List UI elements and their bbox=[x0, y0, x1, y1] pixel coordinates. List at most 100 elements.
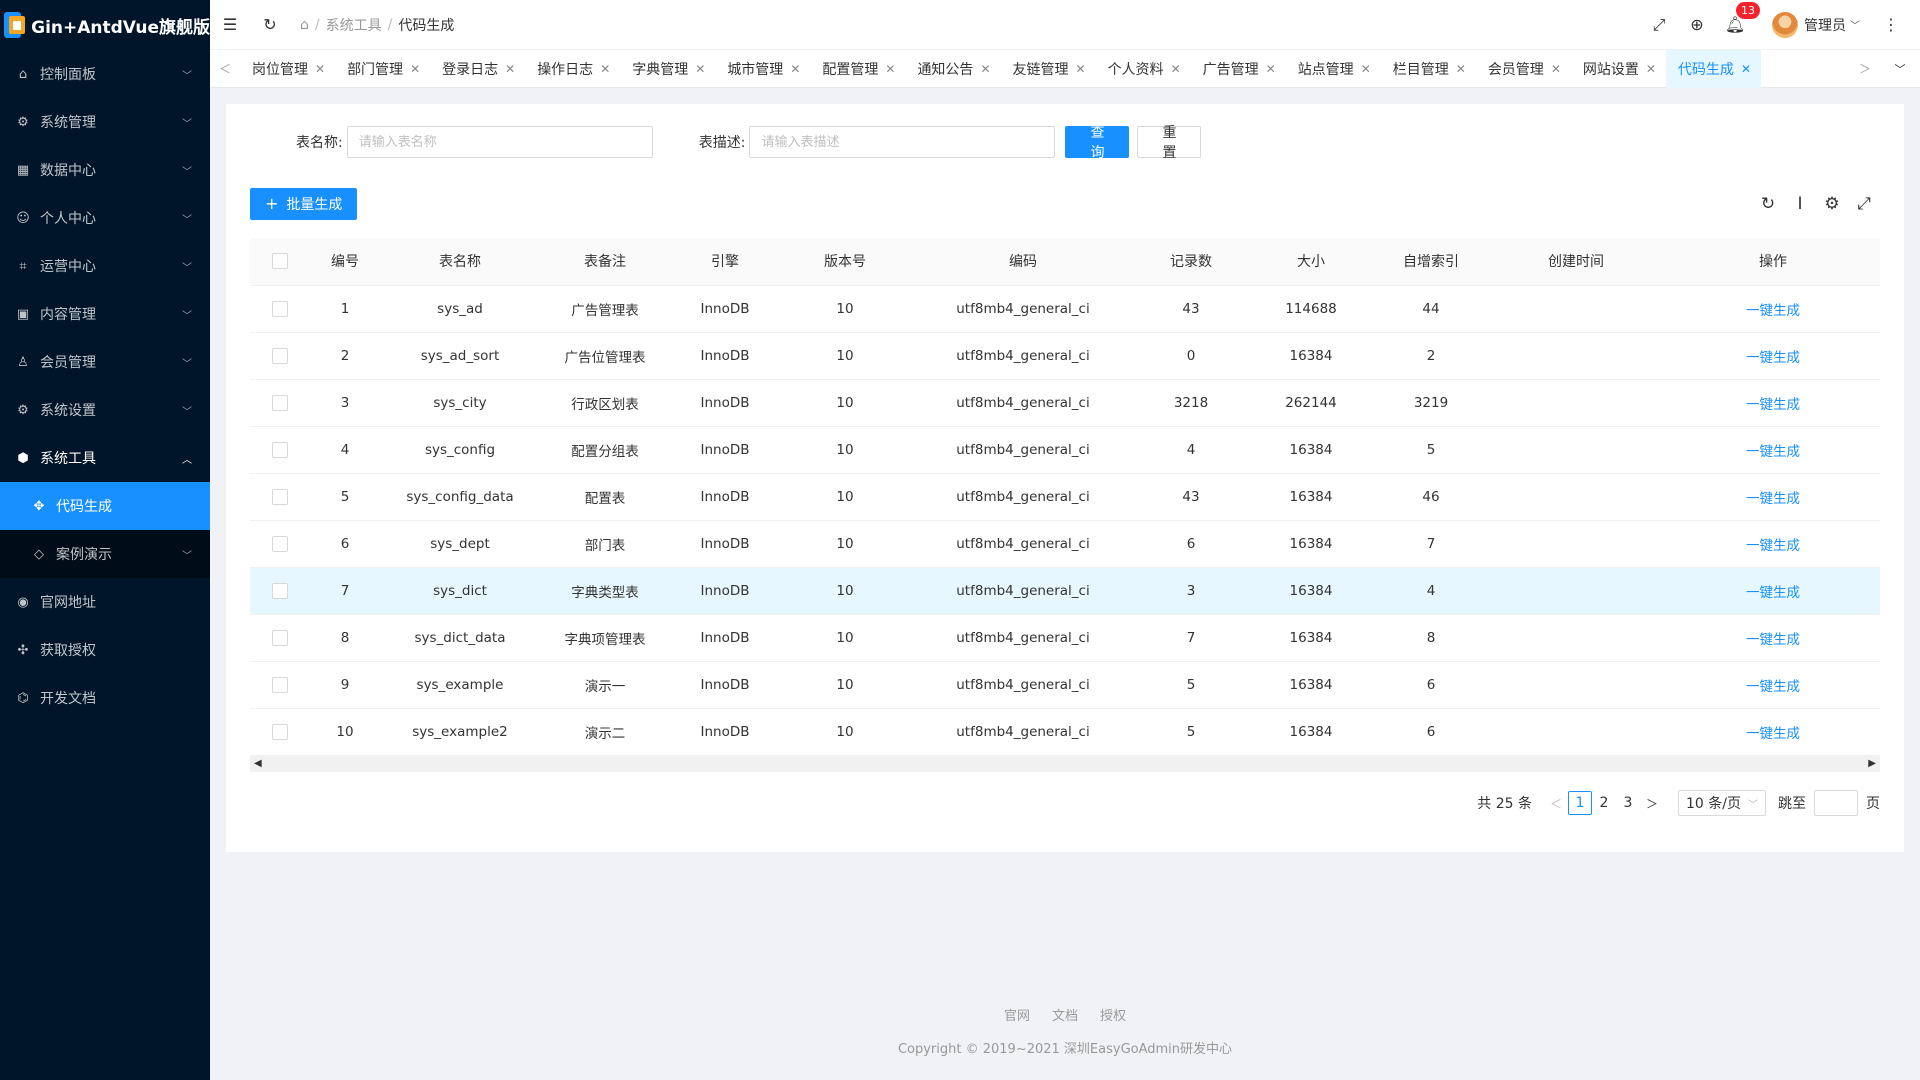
sidebar-item-dev-docs[interactable]: ⌬ 开发文档 bbox=[0, 674, 210, 722]
tab-scroll-right-icon[interactable]: ＞ bbox=[1850, 50, 1880, 88]
table-row[interactable]: 1 sys_ad 广告管理表 InnoDB 10 utf8mb4_general_ci 43… bbox=[250, 285, 1880, 333]
table-row[interactable]: 10 sys_example2 演示二 InnoDB 10 utf8mb4_general… bbox=[250, 708, 1880, 756]
sidebar-item-members[interactable]: ♙ 会员管理 ﹀ bbox=[0, 338, 210, 386]
table-row[interactable]: 5 sys_config_data 配置表 InnoDB 10 utf8mb4_gener… bbox=[250, 473, 1880, 521]
reload-icon[interactable]: ↻ bbox=[1752, 194, 1784, 214]
tab-item[interactable]: 部门管理 ✕ bbox=[335, 50, 430, 88]
table-row[interactable]: 7 sys_dict 字典类型表 InnoDB 10 utf8mb4_general_ci… bbox=[250, 567, 1880, 615]
scroll-left-icon[interactable]: ◀ bbox=[254, 758, 262, 769]
close-icon[interactable]: ✕ bbox=[790, 62, 800, 76]
user-menu[interactable]: 管理员 ﹀ bbox=[1772, 11, 1860, 38]
tab-item[interactable]: 岗位管理 ✕ bbox=[240, 50, 335, 88]
batch-generate-button[interactable]: + 批量生成 bbox=[250, 188, 358, 220]
footer-link-license[interactable]: 授权 bbox=[1100, 1005, 1126, 1024]
page-item[interactable]: 2 bbox=[1592, 791, 1616, 815]
column-header[interactable]: 表名称 bbox=[380, 238, 540, 286]
column-settings-icon[interactable]: ⚙ bbox=[1816, 194, 1848, 214]
tab-item[interactable]: 代码生成 ✕ bbox=[1665, 49, 1761, 88]
generate-link[interactable]: 一键生成 bbox=[1746, 491, 1800, 507]
tab-scroll-left-icon[interactable]: ＜ bbox=[210, 50, 240, 88]
row-checkbox[interactable] bbox=[272, 629, 288, 646]
app-logo[interactable]: Gin+AntdVue旗舰版 bbox=[0, 0, 210, 50]
sidebar-item-get-license[interactable]: ✣ 获取授权 bbox=[0, 626, 210, 674]
close-icon[interactable]: ✕ bbox=[1741, 62, 1751, 76]
generate-link[interactable]: 一键生成 bbox=[1746, 444, 1800, 460]
close-icon[interactable]: ✕ bbox=[1646, 62, 1656, 76]
footer-link-docs[interactable]: 文档 bbox=[1052, 1005, 1078, 1024]
sidebar-item-website[interactable]: ◉ 官网地址 bbox=[0, 578, 210, 626]
tab-item[interactable]: 友链管理 ✕ bbox=[1001, 50, 1096, 88]
tab-dropdown-icon[interactable]: ﹀ bbox=[1880, 50, 1920, 88]
sidebar-item-system-management[interactable]: ⚙ 系统管理 ﹀ bbox=[0, 98, 210, 146]
column-header[interactable]: 表备注 bbox=[540, 238, 670, 286]
table-row[interactable]: 6 sys_dept 部门表 InnoDB 10 utf8mb4_general_ci 6 1… bbox=[250, 520, 1880, 568]
close-icon[interactable]: ✕ bbox=[1551, 62, 1561, 76]
generate-link[interactable]: 一键生成 bbox=[1746, 726, 1800, 742]
column-height-icon[interactable]: Ⅰ bbox=[1784, 194, 1816, 214]
generate-link[interactable]: 一键生成 bbox=[1746, 632, 1800, 648]
prev-page-icon[interactable]: ＜ bbox=[1544, 795, 1568, 812]
row-checkbox[interactable] bbox=[272, 347, 288, 364]
notification-bell[interactable]: 🔔︎ 13 bbox=[1716, 0, 1760, 50]
select-all-checkbox[interactable] bbox=[272, 253, 288, 270]
tab-item[interactable]: 个人资料 ✕ bbox=[1096, 50, 1191, 88]
scroll-right-icon[interactable]: ▶ bbox=[1868, 758, 1876, 769]
reset-button[interactable]: 重 置 bbox=[1137, 125, 1202, 161]
tab-item[interactable]: 广告管理 ✕ bbox=[1191, 50, 1286, 88]
close-icon[interactable]: ✕ bbox=[600, 62, 610, 76]
tab-item[interactable]: 配置管理 ✕ bbox=[810, 50, 905, 88]
tab-item[interactable]: 字典管理 ✕ bbox=[620, 50, 715, 88]
close-icon[interactable]: ✕ bbox=[315, 62, 325, 76]
close-icon[interactable]: ✕ bbox=[1266, 62, 1276, 76]
close-icon[interactable]: ✕ bbox=[695, 62, 705, 76]
close-icon[interactable]: ✕ bbox=[1361, 62, 1371, 76]
row-checkbox[interactable] bbox=[272, 535, 288, 552]
next-page-icon[interactable]: ＞ bbox=[1640, 795, 1664, 812]
query-button[interactable]: 查 询 bbox=[1065, 125, 1130, 161]
tab-item[interactable]: 会员管理 ✕ bbox=[1476, 50, 1571, 88]
column-header[interactable]: 记录数 bbox=[1136, 238, 1246, 286]
column-header[interactable]: 创建时间 bbox=[1486, 238, 1666, 286]
page-item[interactable]: 3 bbox=[1616, 791, 1640, 815]
tab-item[interactable]: 栏目管理 ✕ bbox=[1381, 50, 1476, 88]
generate-link[interactable]: 一键生成 bbox=[1746, 350, 1800, 366]
sidebar-item-system-tools[interactable]: ⬢ 系统工具 ︿ bbox=[0, 434, 210, 482]
row-checkbox[interactable] bbox=[272, 394, 288, 411]
sidebar-item-dashboard[interactable]: ⌂ 控制面板 ﹀ bbox=[0, 50, 210, 98]
sidebar-item-content[interactable]: ▣ 内容管理 ﹀ bbox=[0, 290, 210, 338]
more-vertical-icon[interactable]: ⋮ bbox=[1872, 0, 1910, 50]
refresh-icon[interactable]: ↻ bbox=[250, 0, 290, 50]
column-header[interactable]: 引擎 bbox=[670, 238, 780, 286]
close-icon[interactable]: ✕ bbox=[505, 62, 515, 76]
close-icon[interactable]: ✕ bbox=[1456, 62, 1466, 76]
language-globe-icon[interactable]: ⊕ bbox=[1678, 0, 1716, 50]
tab-item[interactable]: 操作日志 ✕ bbox=[525, 50, 620, 88]
breadcrumb-item[interactable]: 系统工具 bbox=[326, 15, 382, 35]
close-icon[interactable]: ✕ bbox=[885, 62, 895, 76]
sidebar-item-system-settings[interactable]: ⚙ 系统设置 ﹀ bbox=[0, 386, 210, 434]
column-header[interactable]: 大小 bbox=[1246, 238, 1376, 286]
column-header[interactable]: 编码 bbox=[910, 238, 1136, 286]
jump-page-input[interactable] bbox=[1814, 790, 1858, 816]
fullscreen-icon[interactable]: ⤢ bbox=[1848, 194, 1880, 214]
tab-item[interactable]: 网站设置 ✕ bbox=[1571, 50, 1666, 88]
close-icon[interactable]: ✕ bbox=[410, 62, 420, 76]
sidebar-item-personal-center[interactable]: ☺ 个人中心 ﹀ bbox=[0, 194, 210, 242]
sidebar-item-operations[interactable]: ⌗ 运营中心 ﹀ bbox=[0, 242, 210, 290]
horizontal-scrollbar[interactable]: ◀ ▶ bbox=[250, 755, 1880, 772]
generate-link[interactable]: 一键生成 bbox=[1746, 538, 1800, 554]
row-checkbox[interactable] bbox=[272, 582, 288, 599]
tab-item[interactable]: 城市管理 ✕ bbox=[715, 50, 810, 88]
close-icon[interactable]: ✕ bbox=[1171, 62, 1181, 76]
generate-link[interactable]: 一键生成 bbox=[1746, 303, 1800, 319]
row-checkbox[interactable] bbox=[272, 488, 288, 505]
footer-link-website[interactable]: 官网 bbox=[1004, 1005, 1030, 1024]
column-header[interactable]: 版本号 bbox=[780, 238, 910, 286]
table-desc-input[interactable] bbox=[749, 126, 1056, 158]
table-row[interactable]: 8 sys_dict_data 字典项管理表 InnoDB 10 utf8mb4_gene… bbox=[250, 614, 1880, 662]
tab-item[interactable]: 通知公告 ✕ bbox=[905, 50, 1000, 88]
page-item[interactable]: 1 bbox=[1568, 791, 1592, 815]
tab-item[interactable]: 站点管理 ✕ bbox=[1286, 50, 1381, 88]
sidebar-item-data-center[interactable]: ▦ 数据中心 ﹀ bbox=[0, 146, 210, 194]
row-checkbox[interactable] bbox=[272, 441, 288, 458]
